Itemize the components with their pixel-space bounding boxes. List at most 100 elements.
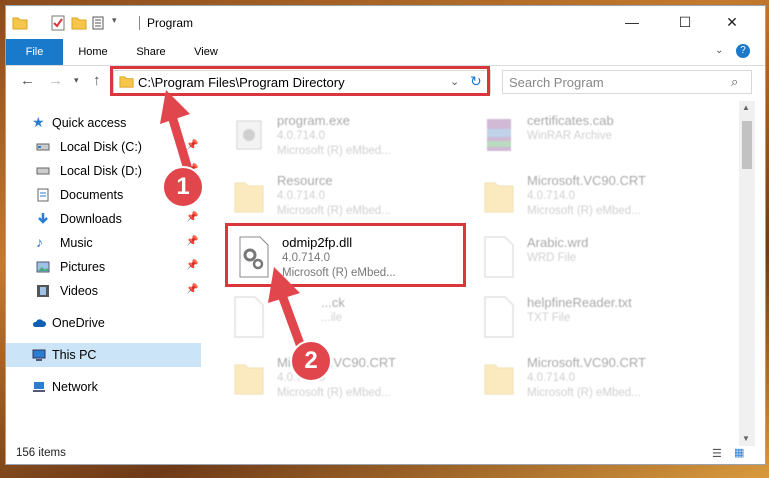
scrollbar-thumb[interactable] xyxy=(742,121,752,169)
file-item[interactable]: Resource 4.0.714.0 Microsoft (R) eMbed..… xyxy=(231,169,471,225)
sidebar-item-label: Documents xyxy=(60,188,124,202)
pin-icon: 📌 xyxy=(186,212,199,223)
forward-arrow-icon[interactable]: → xyxy=(48,72,63,89)
title-bar: ▾ Program — ☐ ✕ xyxy=(6,6,765,39)
file-type: WRD File xyxy=(527,252,577,264)
search-icon: ⌕ xyxy=(731,74,739,89)
new-folder-icon[interactable] xyxy=(71,15,87,31)
file-item[interactable]: Microsoft.VC90.CRT 4.0.714.0 Microsoft (… xyxy=(481,169,721,225)
maximize-button[interactable]: ☐ xyxy=(662,6,708,38)
recent-chevron-icon[interactable]: ▾ xyxy=(74,75,79,86)
sidebar-item-pictures[interactable]: Pictures 📌 xyxy=(6,255,201,279)
pin-icon: 📌 xyxy=(186,236,199,247)
sidebar-item-label: OneDrive xyxy=(52,316,105,330)
file-version: 4.0.714.0 xyxy=(527,190,575,202)
folder-icon xyxy=(484,364,514,395)
help-icon[interactable]: ? xyxy=(736,44,750,58)
download-icon xyxy=(38,213,48,224)
sidebar-item-music[interactable]: ♪ Music 📌 xyxy=(6,231,201,255)
file-item[interactable]: certificates.cab WinRAR Archive xyxy=(481,109,721,165)
sidebar-item-label: Quick access xyxy=(52,116,127,130)
file-item[interactable]: Arabic.wrd WRD File xyxy=(481,231,721,287)
large-icons-view-icon[interactable]: ▦ xyxy=(734,446,744,459)
tab-file[interactable]: File xyxy=(6,39,63,65)
file-description: Microsoft (R) eMbed... xyxy=(527,387,641,399)
item-count: 156 items xyxy=(16,447,66,459)
pin-icon: 📌 xyxy=(186,284,199,295)
file-version: 4.0.714.0 xyxy=(527,372,575,384)
close-button[interactable]: ✕ xyxy=(709,6,755,38)
ribbon-tabs: File Home Share View ⌄ ? xyxy=(6,39,765,66)
file-item[interactable]: helpfineReader.txt TXT File xyxy=(481,291,721,347)
file-description: Microsoft (R) eMbed... xyxy=(527,205,641,217)
sidebar-item-label: Pictures xyxy=(60,260,106,274)
step-badge-2: 2 xyxy=(290,340,332,382)
search-placeholder: Search Program xyxy=(509,75,604,90)
properties-icon[interactable] xyxy=(50,15,66,31)
sidebar-item-label: Music xyxy=(60,236,93,250)
sidebar-item-label: Network xyxy=(52,380,98,394)
file-name: certificates.cab xyxy=(527,113,614,128)
file-name: helpfineReader.txt xyxy=(527,295,632,310)
sidebar-item-this-pc[interactable]: This PC xyxy=(6,343,201,367)
scroll-down-icon[interactable]: ▼ xyxy=(742,434,750,443)
sidebar-item-label: Videos xyxy=(60,284,98,298)
music-icon: ♪ xyxy=(36,234,43,250)
ribbon-expand-icon[interactable]: ⌄ xyxy=(715,45,723,56)
details-view-icon[interactable]: ☰ xyxy=(712,447,722,460)
file-item[interactable]: program.exe 4.0.714.0 Microsoft (R) eMbe… xyxy=(231,109,471,165)
vertical-scrollbar[interactable]: ▲ ▼ xyxy=(739,101,755,446)
file-name: Arabic.wrd xyxy=(527,235,589,250)
up-arrow-icon[interactable]: ↑ xyxy=(93,72,101,89)
tab-view[interactable]: View xyxy=(184,39,228,65)
file-name: Microsoft.VC90.CRT xyxy=(527,173,646,188)
sidebar-item-label: Downloads xyxy=(60,212,122,226)
folder-icon xyxy=(234,182,264,213)
star-icon: ★ xyxy=(32,114,45,130)
back-arrow-icon[interactable]: ← xyxy=(20,72,35,89)
sidebar-item-label: This PC xyxy=(52,348,97,362)
cloud-icon xyxy=(32,319,46,327)
file-name: program.exe xyxy=(277,113,350,128)
pin-icon: 📌 xyxy=(186,260,199,271)
sidebar-item-network[interactable]: Network xyxy=(6,375,201,399)
exe-icon xyxy=(236,120,262,150)
file-version: 4.0.714.0 xyxy=(277,190,325,202)
search-input[interactable]: Search Program ⌕ xyxy=(502,70,752,94)
file-description: Microsoft (R) eMbed... xyxy=(277,205,391,217)
drive-icon xyxy=(36,167,50,175)
title-separator xyxy=(139,16,140,30)
file-name: Resource xyxy=(277,173,333,188)
file-description: Microsoft (R) eMbed... xyxy=(277,387,391,399)
sidebar-item-downloads[interactable]: Downloads 📌 xyxy=(6,207,201,231)
documents-icon xyxy=(37,188,49,202)
network-icon xyxy=(33,382,45,392)
computer-icon xyxy=(32,349,46,361)
annotation-arrow-1 xyxy=(160,90,195,178)
scroll-up-icon[interactable]: ▲ xyxy=(742,103,750,112)
file-version: 4.0.714.0 xyxy=(277,130,325,142)
file-type: TXT File xyxy=(527,312,571,324)
blank-file-icon xyxy=(484,236,514,278)
window-title: Program xyxy=(147,16,194,30)
file-type: WinRAR Archive xyxy=(527,130,612,142)
file-item[interactable]: Microsoft.VC90.CRT 4.0.714.0 Microsoft (… xyxy=(481,351,721,407)
sidebar-item-label: Local Disk (C:) xyxy=(60,140,142,154)
sidebar-item-onedrive[interactable]: OneDrive xyxy=(6,311,201,335)
videos-icon xyxy=(37,285,49,297)
chevron-down-icon[interactable]: ▾ xyxy=(112,15,117,26)
minimize-button[interactable]: — xyxy=(609,6,655,38)
step-badge-1: 1 xyxy=(162,166,204,208)
archive-icon xyxy=(487,119,511,151)
sidebar-item-label: Local Disk (D:) xyxy=(60,164,142,178)
status-bar: 156 items ☰ ▦ xyxy=(6,444,765,464)
tab-home[interactable]: Home xyxy=(69,39,117,65)
text-file-icon xyxy=(484,296,514,338)
folder-icon xyxy=(234,364,264,395)
tab-share[interactable]: Share xyxy=(126,39,176,65)
pictures-icon xyxy=(36,261,50,273)
customize-toolbar-icon[interactable] xyxy=(92,15,108,31)
sidebar-item-videos[interactable]: Videos 📌 xyxy=(6,279,201,303)
file-name: Microsoft.VC90.CRT xyxy=(527,355,646,370)
file-name: ...ck xyxy=(321,295,345,310)
